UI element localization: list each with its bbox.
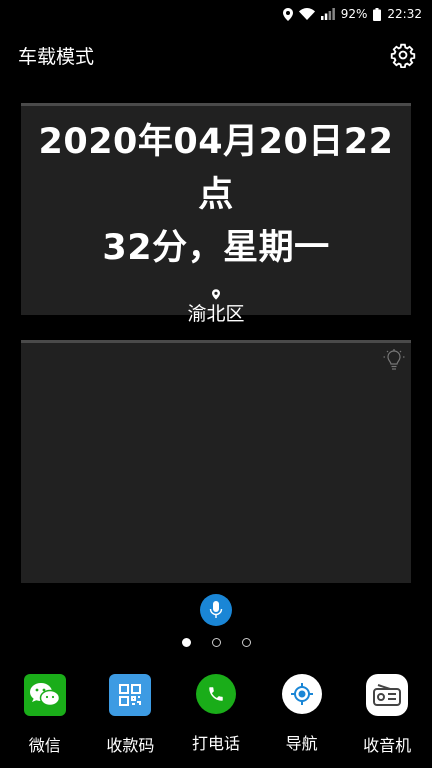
app-phone[interactable]: 打电话: [176, 674, 256, 764]
navigation-icon: [281, 674, 322, 714]
status-bar: 92% 22:32: [0, 0, 432, 28]
clock: 22:32: [387, 7, 422, 21]
wechat-icon: [23, 674, 66, 716]
app-label: 收音机: [363, 736, 412, 755]
page-dot-1[interactable]: [181, 638, 191, 647]
signal-icon: [320, 8, 335, 20]
app-label: 导航: [285, 734, 318, 753]
qr-code-icon: [109, 674, 152, 716]
location-label: 渝北区: [187, 303, 245, 325]
page-dot-3[interactable]: [241, 638, 251, 647]
microphone-icon: [209, 601, 223, 618]
weather-card[interactable]: 2020年04月20日22点 32分，星期一 渝北区 已更新 4/20 22:3…: [21, 103, 411, 358]
app-label: 微信: [28, 736, 61, 755]
page-indicator: [0, 638, 432, 647]
app-label: 打电话: [191, 734, 240, 753]
datetime-line-2: 32分，星期一: [102, 228, 330, 268]
page-title: 车载模式: [18, 45, 95, 68]
gear-icon[interactable]: [390, 42, 416, 68]
app-dock: 微信 收款码 打电话 导航 收音机: [0, 674, 432, 764]
app-navigation[interactable]: 导航: [262, 674, 342, 764]
app-wechat[interactable]: 微信: [5, 674, 85, 764]
battery-percent: 92%: [340, 7, 368, 21]
app-label: 收款码: [106, 736, 155, 755]
phone-icon: [195, 674, 236, 714]
radio-icon: [366, 674, 409, 716]
battery-icon: [373, 7, 382, 21]
location-pin-icon: [21, 285, 411, 300]
app-payment-code[interactable]: 收款码: [90, 674, 170, 764]
lightbulb-icon: [383, 349, 405, 370]
datetime-line-1: 2020年04月20日22点: [38, 122, 394, 215]
location-icon: [282, 7, 293, 21]
voice-button[interactable]: [200, 594, 232, 626]
tips-card[interactable]: [21, 340, 411, 583]
header: 车载模式: [18, 40, 416, 70]
app-radio[interactable]: 收音机: [347, 674, 427, 764]
page-dot-2[interactable]: [211, 638, 221, 647]
datetime: 2020年04月20日22点 32分，星期一: [29, 116, 403, 275]
wifi-icon: [298, 8, 315, 20]
